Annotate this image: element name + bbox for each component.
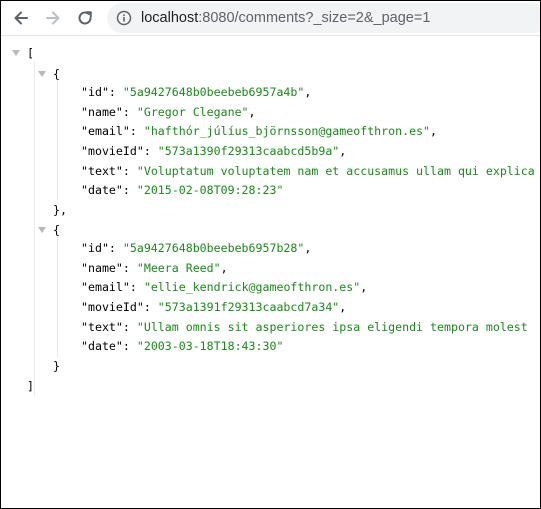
json-field-line: "date": "2003-03-18T18:43:30" bbox=[81, 339, 284, 353]
json-string-value: "Voluptatum voluptatem nam et accusamus … bbox=[136, 164, 535, 178]
json-field-line: "movieId": "573a1390f29313caabcd5b9a", bbox=[81, 144, 347, 158]
arrow-right-icon bbox=[46, 11, 60, 25]
json-comma: , bbox=[360, 280, 368, 294]
json-comma: , bbox=[304, 85, 312, 99]
json-field-line: "id": "5a9427648b0beebeb6957a4b", bbox=[81, 85, 312, 99]
back-button[interactable] bbox=[9, 6, 33, 30]
object-open-brace: { bbox=[53, 67, 60, 81]
browser-window: localhost:8080/comments?_size=2&_page=1 … bbox=[0, 0, 541, 509]
json-string-value: "5a9427648b0beebeb6957b28" bbox=[122, 241, 305, 255]
collapse-array-toggle[interactable] bbox=[12, 50, 20, 56]
object-open-brace: { bbox=[53, 223, 60, 237]
json-key: "id" bbox=[81, 85, 109, 99]
json-field-line: "movieId": "573a1391f29313caabcd7a34", bbox=[81, 300, 347, 314]
json-comma: , bbox=[339, 144, 347, 158]
json-field-line: "text": "Ullam omnis sit asperiores ipsa… bbox=[81, 320, 528, 334]
json-viewer: [ { "id": "5a9427648b0beebeb6957a4b", "n… bbox=[1, 37, 540, 507]
object-close-brace: } bbox=[53, 359, 60, 373]
json-field-line: "name": "Meera Reed", bbox=[81, 261, 228, 275]
json-comma: , bbox=[430, 124, 438, 138]
collapse-object-toggle[interactable] bbox=[38, 71, 46, 77]
json-string-value: "ellie_kendrick@gameofthron.es" bbox=[143, 280, 361, 294]
json-key: "text" bbox=[81, 164, 123, 178]
address-bar[interactable]: localhost:8080/comments?_size=2&_page=1 bbox=[107, 3, 540, 33]
json-key: "email" bbox=[81, 124, 130, 138]
json-field-line: "text": "Voluptatum voluptatem nam et ac… bbox=[81, 164, 535, 178]
url-text[interactable]: localhost:8080/comments?_size=2&_page=1 bbox=[141, 3, 430, 33]
url-host: localhost bbox=[141, 10, 199, 26]
indent-guide bbox=[57, 79, 58, 201]
browser-toolbar: localhost:8080/comments?_size=2&_page=1 bbox=[1, 1, 540, 36]
json-string-value: "2015-02-08T09:28:23" bbox=[136, 183, 284, 197]
json-string-value: "Ullam omnis sit asperiores ipsa eligend… bbox=[136, 320, 528, 334]
json-string-value: "Gregor Clegane" bbox=[136, 105, 249, 119]
indent-guide bbox=[57, 236, 58, 358]
json-key: "name" bbox=[81, 261, 123, 275]
json-string-value: "573a1390f29313caabcd5b9a" bbox=[157, 144, 340, 158]
reload-button[interactable] bbox=[73, 6, 97, 30]
json-key: "date" bbox=[81, 339, 123, 353]
json-field-line: "name": "Gregor Clegane", bbox=[81, 105, 256, 119]
json-field-line: "date": "2015-02-08T09:28:23" bbox=[81, 183, 284, 197]
json-string-value: "Meera Reed" bbox=[136, 261, 221, 275]
json-string-value: "2003-03-18T18:43:30" bbox=[136, 339, 284, 353]
json-comma: , bbox=[220, 261, 228, 275]
reload-icon bbox=[78, 11, 92, 25]
json-field-line: "email": "ellie_kendrick@gameofthron.es"… bbox=[81, 280, 368, 294]
json-string-value: "5a9427648b0beebeb6957a4b" bbox=[122, 85, 305, 99]
json-comma: , bbox=[248, 105, 256, 119]
json-field-line: "email": "hafthór_júlíus_björnsson@gameo… bbox=[81, 124, 438, 138]
json-string-value: "573a1391f29313caabcd7a34" bbox=[157, 300, 340, 314]
json-key: "movieId" bbox=[81, 144, 144, 158]
arrow-left-icon bbox=[14, 11, 28, 25]
object-close-brace: }, bbox=[53, 203, 67, 217]
json-key: "date" bbox=[81, 183, 123, 197]
info-icon[interactable] bbox=[116, 10, 132, 26]
forward-button[interactable] bbox=[41, 6, 65, 30]
json-key: "movieId" bbox=[81, 300, 144, 314]
json-key: "name" bbox=[81, 105, 123, 119]
json-key: "text" bbox=[81, 320, 123, 334]
json-comma: , bbox=[339, 300, 347, 314]
json-key: "email" bbox=[81, 280, 130, 294]
url-path: :8080/comments?_size=2&_page=1 bbox=[198, 10, 431, 26]
indent-guide bbox=[34, 61, 35, 396]
array-open-bracket: [ bbox=[27, 46, 34, 60]
json-string-value: "hafthór_júlíus_björnsson@gameofthron.es… bbox=[143, 124, 431, 138]
collapse-object-toggle[interactable] bbox=[38, 227, 46, 233]
json-comma: , bbox=[304, 241, 312, 255]
json-field-line: "id": "5a9427648b0beebeb6957b28", bbox=[81, 241, 312, 255]
json-key: "id" bbox=[81, 241, 109, 255]
array-close-bracket: ] bbox=[27, 379, 34, 393]
